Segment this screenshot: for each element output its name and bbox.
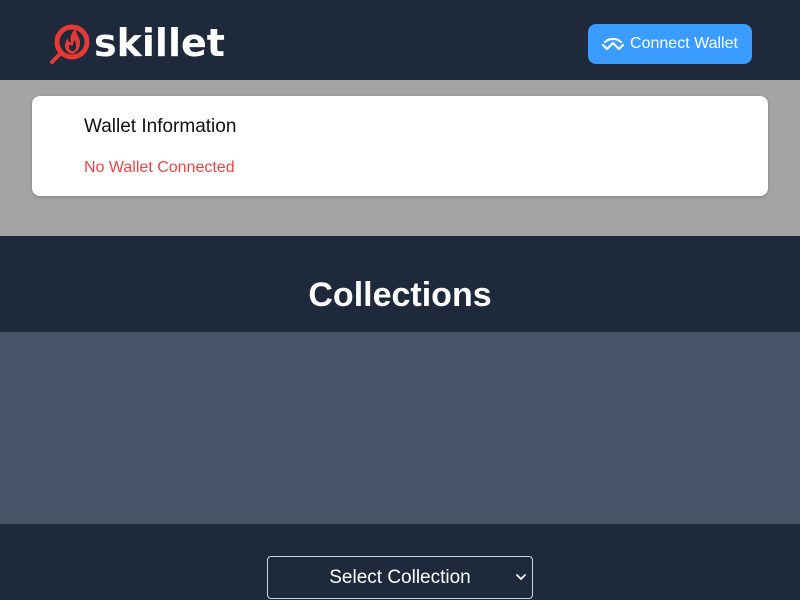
chevron-down-icon [516, 574, 526, 580]
wallet-info-card: Wallet Information No Wallet Connected [32, 96, 768, 196]
collection-select-value: Select Collection [329, 566, 471, 588]
collections-panel [0, 332, 800, 524]
skillet-flame-icon [50, 24, 90, 64]
connect-wallet-button[interactable]: Connect Wallet [588, 24, 752, 64]
logo[interactable]: skillet [48, 22, 225, 64]
top-header: skillet Connect Wallet [0, 0, 800, 80]
wallet-info-title: Wallet Information [84, 116, 237, 137]
connect-wallet-label: Connect Wallet [630, 35, 738, 52]
wallet-status-text: No Wallet Connected [84, 159, 235, 176]
wallet-section: Wallet Information No Wallet Connected [0, 80, 800, 236]
logo-text: skillet [94, 21, 225, 65]
collections-header: Collections [0, 236, 800, 332]
collection-select-section: Select Collection [0, 524, 800, 600]
walletconnect-icon [602, 37, 625, 51]
collection-select[interactable]: Select Collection [267, 556, 533, 599]
collections-title: Collections [308, 276, 492, 314]
